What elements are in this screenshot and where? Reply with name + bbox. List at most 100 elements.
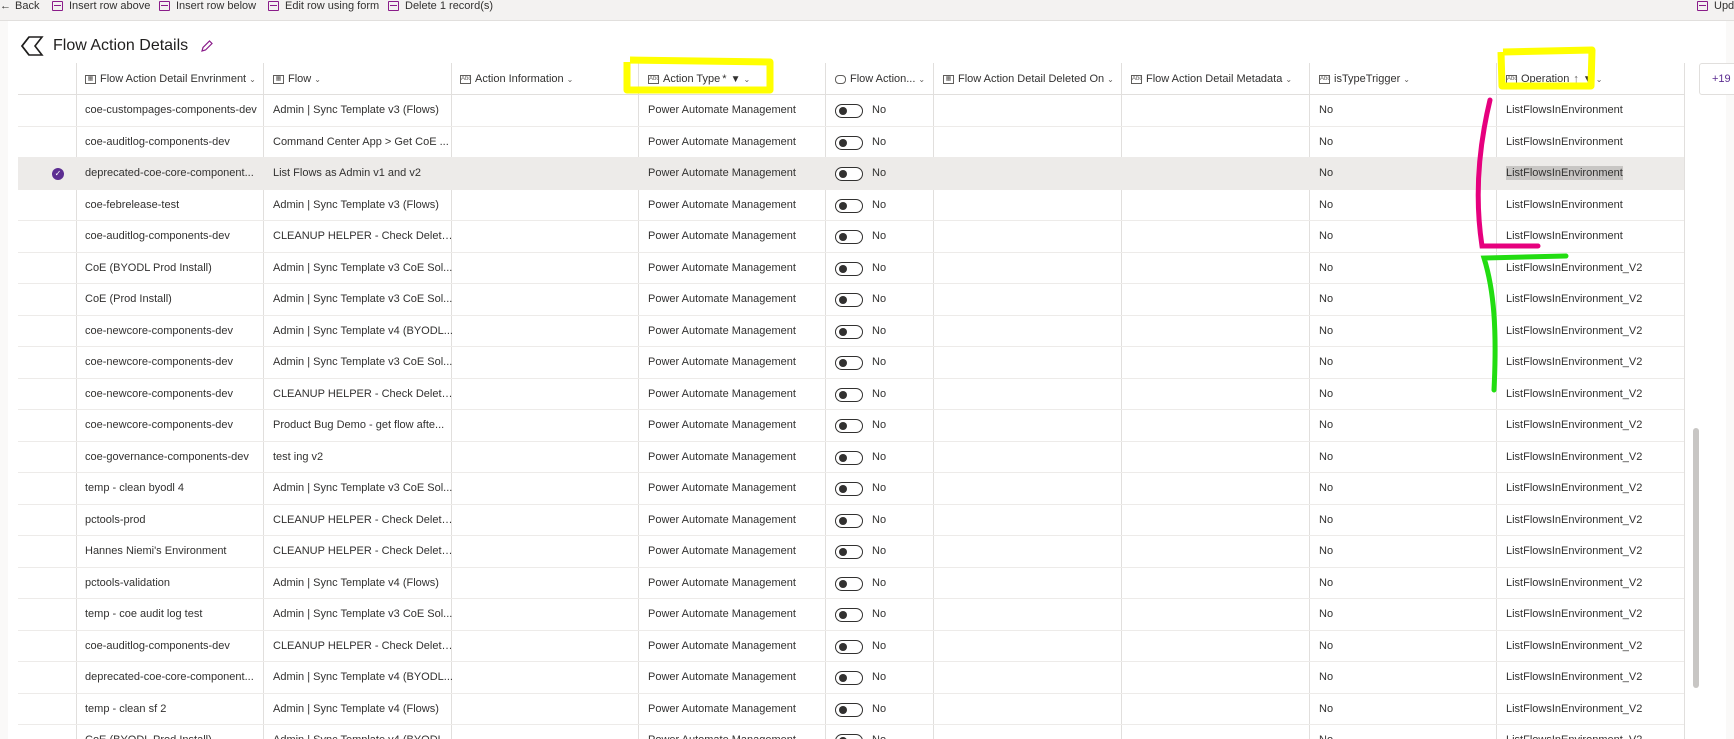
table-row[interactable]: CoE (BYODL Prod Install) Admin | Sync Tem… [18,253,1684,284]
cell-flow[interactable]: Admin | Sync Template v4 (BYODL... [273,725,453,739]
cell-is-type-trigger[interactable]: No [1319,190,1499,221]
cell-action-type[interactable]: Power Automate Management [648,190,828,221]
cell-flow[interactable]: Admin | Sync Template v4 (BYODL... [273,316,453,347]
cell-action-information[interactable] [460,568,640,599]
cell-flow[interactable]: CLEANUP HELPER - Check Delete... [273,631,453,662]
cell-deleted-on[interactable] [943,253,1123,284]
cell-deleted-on[interactable] [943,725,1123,739]
flow-action-toggle[interactable] [835,356,863,370]
cell-action-type[interactable]: Power Automate Management [648,725,828,739]
cell-environment[interactable]: pctools-prod [85,505,265,536]
table-row[interactable]: temp - coe audit log test Admin | Sync Te… [18,599,1684,631]
cell-is-type-trigger[interactable]: No [1319,505,1499,536]
cell-is-type-trigger[interactable]: No [1319,347,1499,378]
cell-deleted-on[interactable] [943,694,1123,725]
cell-environment[interactable]: CoE (Prod Install) [85,284,265,315]
cell-metadata[interactable] [1131,662,1311,693]
cell-action-information[interactable] [460,284,640,315]
cell-metadata[interactable] [1131,95,1311,126]
cell-metadata[interactable] [1131,631,1311,662]
cell-flow[interactable]: Admin | Sync Template v3 CoE Sol... [273,253,453,284]
table-row[interactable]: coe-newcore-components-dev CLEANUP HELPER… [18,379,1684,410]
cell-metadata[interactable] [1131,505,1311,536]
cell-action-type[interactable]: Power Automate Management [648,95,828,126]
cell-metadata[interactable] [1131,379,1311,410]
cell-flow[interactable]: Admin | Sync Template v4 (BYODL... [273,662,453,693]
cell-deleted-on[interactable] [943,442,1123,473]
cell-environment[interactable]: coe-auditlog-components-dev [85,221,265,252]
cell-environment[interactable]: temp - coe audit log test [85,599,265,630]
cell-action-information[interactable] [460,379,640,410]
cell-operation[interactable]: ListFlowsInEnvironment_V2 [1506,410,1684,441]
cell-flow[interactable]: Admin | Sync Template v3 (Flows) [273,95,453,126]
cell-deleted-on[interactable] [943,221,1123,252]
cell-is-type-trigger[interactable]: No [1319,253,1499,284]
cell-deleted-on[interactable] [943,347,1123,378]
cell-deleted-on[interactable] [943,599,1123,630]
cell-action-information[interactable] [460,662,640,693]
cell-environment[interactable]: coe-newcore-components-dev [85,410,265,441]
cell-environment[interactable]: coe-newcore-components-dev [85,379,265,410]
cell-action-type[interactable]: Power Automate Management [648,442,828,473]
cell-metadata[interactable] [1131,127,1311,158]
flow-action-toggle[interactable] [835,450,863,465]
cell-flow[interactable]: Admin | Sync Template v3 CoE Sol... [273,347,453,378]
flow-action-toggle[interactable] [835,419,863,433]
cell-deleted-on[interactable] [943,410,1123,441]
table-row[interactable]: coe-governance-components-dev test ing v2… [18,442,1684,473]
cell-operation[interactable]: ListFlowsInEnvironment_V2 [1506,442,1684,473]
edit-row-form-button[interactable]: Edit row using form [268,0,379,12]
cell-operation[interactable]: ListFlowsInEnvironment_V2 [1506,725,1684,739]
cell-deleted-on[interactable] [943,568,1123,599]
cell-metadata[interactable] [1131,568,1311,599]
cell-action-information[interactable] [460,473,640,504]
delete-records-button[interactable]: Delete 1 record(s) [388,0,493,12]
cell-action-information[interactable] [460,316,640,347]
flow-action-toggle[interactable] [835,261,863,276]
cell-action-type[interactable]: Power Automate Management [648,599,828,630]
flow-action-toggle[interactable] [835,702,863,717]
cell-metadata[interactable] [1131,158,1311,189]
column-header-metadata[interactable]: Abc Flow Action Detail Metadata ⌄ [1131,63,1292,95]
table-row[interactable]: coe-auditlog-components-dev CLEANUP HELPE… [18,221,1684,253]
cell-flow[interactable]: CLEANUP HELPER - Check Delete... [273,379,453,410]
cell-environment[interactable]: coe-custompages-components-dev [85,95,265,126]
cell-metadata[interactable] [1131,442,1311,473]
cell-is-type-trigger[interactable]: No [1319,442,1499,473]
flow-action-toggle[interactable] [835,230,863,244]
table-row[interactable]: pctools-validation Admin | Sync Template … [18,568,1684,599]
cell-action-type[interactable]: Power Automate Management [648,568,828,599]
row-selected-check-icon[interactable]: ✓ [52,168,64,180]
cell-action-information[interactable] [460,95,640,126]
cell-operation[interactable]: ListFlowsInEnvironment [1506,221,1684,252]
cell-operation[interactable]: ListFlowsInEnvironment_V2 [1506,568,1684,599]
cell-is-type-trigger[interactable]: No [1319,631,1499,662]
cell-flow[interactable]: Command Center App > Get CoE ... [273,127,453,158]
cell-operation[interactable]: ListFlowsInEnvironment_V2 [1506,347,1684,378]
cell-is-type-trigger[interactable]: No [1319,95,1499,126]
cell-is-type-trigger[interactable]: No [1319,410,1499,441]
cell-environment[interactable]: temp - clean byodl 4 [85,473,265,504]
cell-flow[interactable]: Admin | Sync Template v4 (Flows) [273,694,453,725]
cell-operation[interactable]: ListFlowsInEnvironment [1506,190,1684,221]
cell-action-information[interactable] [460,127,640,158]
cell-flow[interactable]: test ing v2 [273,442,453,473]
cell-deleted-on[interactable] [943,536,1123,567]
column-header-flow[interactable]: ▦ Flow ⌄ [273,63,321,95]
flow-action-toggle[interactable] [835,167,863,181]
column-header-is-type-trigger[interactable]: Abc isTypeTrigger ⌄ [1319,63,1410,95]
pencil-icon[interactable] [200,39,214,53]
cell-deleted-on[interactable] [943,631,1123,662]
insert-row-below-button[interactable]: Insert row below [159,0,256,12]
back-button[interactable]: ← Back [0,0,39,12]
cell-environment[interactable]: coe-auditlog-components-dev [85,631,265,662]
cell-action-type[interactable]: Power Automate Management [648,221,828,252]
flow-action-toggle[interactable] [835,513,863,528]
cell-is-type-trigger[interactable]: No [1319,127,1499,158]
cell-environment[interactable]: coe-febrelease-test [85,190,265,221]
flow-action-toggle[interactable] [835,639,863,654]
table-row[interactable]: coe-newcore-components-dev Admin | Sync T… [18,316,1684,347]
cell-operation[interactable]: ListFlowsInEnvironment [1506,95,1684,126]
cell-action-type[interactable]: Power Automate Management [648,158,828,189]
insert-row-above-button[interactable]: Insert row above [52,0,150,12]
